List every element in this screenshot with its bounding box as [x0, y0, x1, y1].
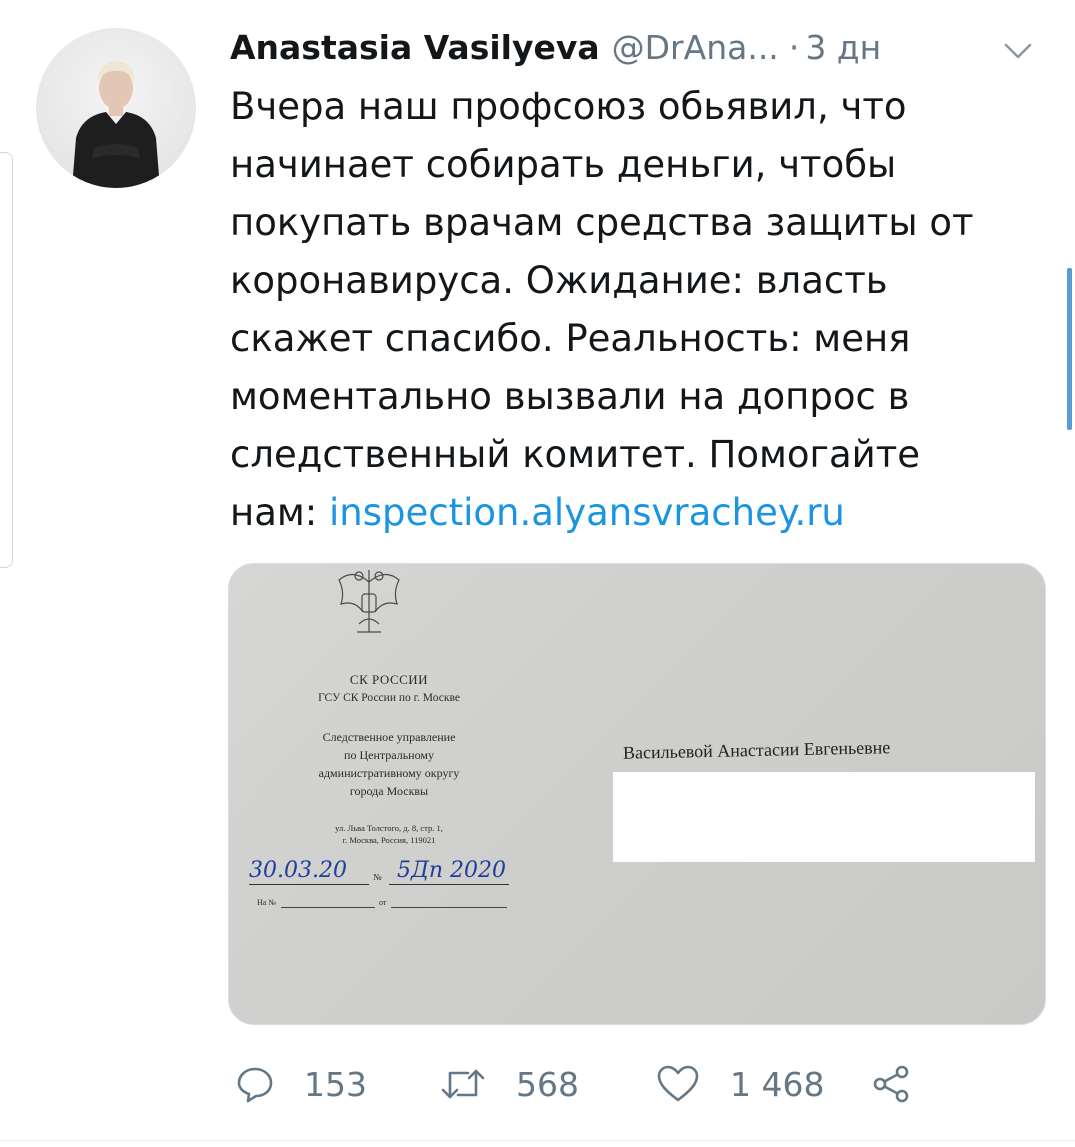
department-line: Следственное управление — [322, 730, 456, 744]
scrollbar-thumb[interactable] — [1067, 268, 1072, 430]
divider — [389, 884, 509, 885]
author-handle[interactable]: @DrAna... — [612, 28, 779, 67]
tweet-header: Anastasia Vasilyeva @DrAna... · 3 дн — [230, 22, 1050, 72]
department-block: Следственное управление по Центральному … — [229, 728, 549, 800]
left-panel-edge — [0, 152, 13, 568]
handwritten-number: 5Дп 2020 — [397, 858, 507, 883]
share-button[interactable] — [870, 1058, 912, 1110]
tweet-actions: 153 568 1 468 — [230, 1058, 950, 1110]
tweet-text-line: Вчера наш профсоюз обьявил, что — [230, 85, 907, 128]
department-line: города Москвы — [349, 784, 429, 798]
tweet-text-prefix: нам: — [230, 491, 330, 534]
org-subname: ГСУ СК России по г. Москве — [318, 692, 460, 704]
tweet-media-image[interactable]: СК РОССИИ ГСУ СК России по г. Москве Сле… — [228, 563, 1046, 1025]
reference-line: 30.03.20 № 5Дп 2020 — [249, 858, 509, 890]
address-block: ул. Льва Толстого, д. 8, стр. 1, г. Моск… — [229, 822, 549, 846]
retweet-icon — [440, 1065, 486, 1103]
tweet-text-line: начинает собирать деньги, чтобы — [230, 143, 897, 186]
time-separator: · — [788, 27, 800, 67]
author-display-name[interactable]: Anastasia Vasilyeva — [230, 28, 600, 67]
department-line: по Центральному — [344, 748, 434, 762]
recipient-name: Васильевой Анастасии Евгеньевне — [622, 737, 891, 763]
tweet-text-line: моментально вызвали на допрос в — [230, 375, 910, 418]
reference-na-line: На № от — [257, 898, 507, 912]
coat-of-arms-icon — [338, 570, 400, 633]
reply-count: 153 — [304, 1064, 367, 1104]
tweet-text-line: следственный комитет. Помогайте — [230, 433, 921, 476]
chevron-down-icon[interactable] — [1000, 34, 1036, 62]
na-label: На № — [257, 898, 276, 907]
like-button[interactable]: 1 468 — [656, 1058, 824, 1110]
reply-icon — [236, 1065, 274, 1103]
redacted-address-box — [613, 772, 1035, 862]
org-name: СК РОССИИ — [349, 672, 429, 687]
department-line: административному округу — [318, 766, 460, 780]
like-count: 1 468 — [730, 1064, 825, 1104]
tweet-timestamp[interactable]: 3 дн — [805, 28, 881, 67]
tweet-text: Вчера наш профсоюз обьявил, что начинает… — [230, 78, 1050, 542]
address-line: ул. Льва Толстого, д. 8, стр. 1, — [335, 823, 443, 833]
tweet-text-line: коронавируса. Ожидание: власть — [230, 259, 888, 302]
divider — [391, 907, 507, 908]
retweet-count: 568 — [516, 1064, 579, 1104]
reply-button[interactable]: 153 — [236, 1058, 367, 1110]
heart-icon — [656, 1065, 700, 1103]
tweet-text-last-line: нам: inspection.alyansvrachey.ru — [230, 484, 1050, 542]
share-icon — [870, 1064, 912, 1104]
tweet-text-line: скажет спасибо. Реальность: меня — [230, 317, 911, 360]
tweet-text-line: покупать врачам средства защиты от — [230, 201, 974, 244]
profile-photo-icon — [72, 61, 160, 188]
number-label: № — [373, 872, 382, 882]
divider — [249, 884, 369, 885]
retweet-button[interactable]: 568 — [440, 1058, 579, 1110]
ot-label: от — [379, 898, 387, 907]
avatar[interactable] — [36, 28, 196, 188]
divider — [281, 907, 375, 908]
handwritten-date: 30.03.20 — [249, 858, 347, 883]
bottom-divider — [0, 1140, 1075, 1141]
address-line: г. Москва, Россия, 119021 — [342, 835, 436, 845]
tweet-link[interactable]: inspection.alyansvrachey.ru — [329, 491, 845, 534]
